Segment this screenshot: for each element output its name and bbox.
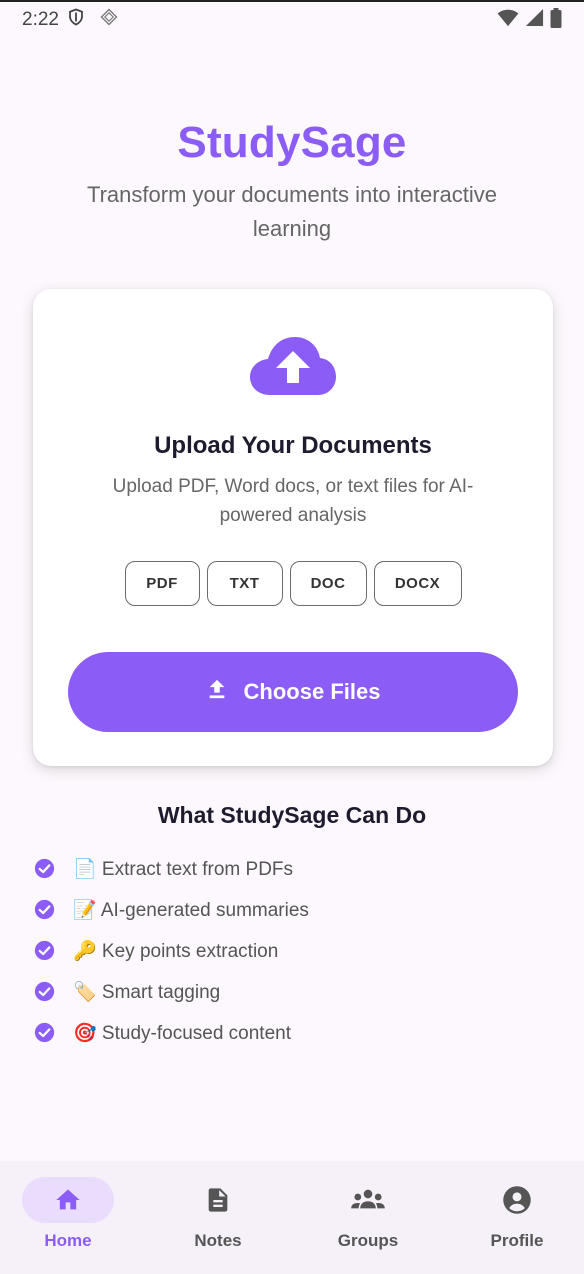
nav-label-groups: Groups xyxy=(337,1231,399,1250)
nav-pill-groups xyxy=(322,1177,414,1223)
groups-icon xyxy=(351,1189,385,1209)
wifi-icon xyxy=(497,9,519,32)
nav-pill-notes xyxy=(172,1177,264,1223)
feature-text: 📄 Extract text from PDFs xyxy=(73,858,294,880)
feature-item: 📝 AI-generated summaries xyxy=(34,889,554,930)
check-circle-icon xyxy=(34,899,55,920)
feature-text: 📝 AI-generated summaries xyxy=(73,899,309,921)
nav-item-profile[interactable]: Profile xyxy=(457,1177,577,1267)
feature-item: 📄 Extract text from PDFs xyxy=(34,848,554,889)
nav-item-home[interactable]: Home xyxy=(8,1177,128,1267)
nav-pill-home xyxy=(22,1177,114,1223)
cloud-upload-icon xyxy=(248,335,338,397)
check-circle-icon xyxy=(34,1022,55,1043)
nav-pill-profile xyxy=(471,1177,563,1223)
feature-item: 🔑 Key points extraction xyxy=(34,930,554,971)
file-type-chip-docx: DOCX xyxy=(373,561,462,606)
check-circle-icon xyxy=(34,940,55,961)
shield-icon xyxy=(67,8,85,32)
nav-label-notes: Notes xyxy=(194,1231,242,1250)
nav-item-notes[interactable]: Notes xyxy=(158,1177,278,1267)
choose-files-button[interactable]: Choose Files xyxy=(68,652,518,732)
status-time: 2:22 xyxy=(22,9,59,30)
file-type-chip-doc: DOC xyxy=(289,561,367,606)
account-icon xyxy=(503,1186,531,1214)
cast-icon xyxy=(99,7,119,33)
upload-icon xyxy=(206,678,228,706)
features-title: What StudySage Can Do xyxy=(157,802,427,828)
choose-files-label: Choose Files xyxy=(243,679,381,704)
nav-label-profile: Profile xyxy=(490,1231,544,1250)
file-type-chip-pdf: PDF xyxy=(124,561,200,606)
app-title: StudySage xyxy=(177,118,407,167)
nav-label-home: Home xyxy=(44,1231,92,1250)
app-subtitle: Transform your documents into interactiv… xyxy=(86,182,498,241)
upload-description: Upload PDF, Word docs, or text files for… xyxy=(112,476,474,526)
check-circle-icon xyxy=(34,858,55,879)
signal-icon xyxy=(525,8,544,32)
home-icon xyxy=(56,1189,80,1210)
feature-text: 🔑 Key points extraction xyxy=(73,940,279,962)
features-list: 📄 Extract text from PDFs 📝 AI-generated … xyxy=(34,848,554,1053)
status-bar: 2:22 xyxy=(0,2,584,38)
bottom-navigation: Home Notes Groups Profile xyxy=(0,1161,584,1274)
battery-icon xyxy=(550,7,562,33)
feature-item: 🏷️ Smart tagging xyxy=(34,971,554,1012)
nav-item-groups[interactable]: Groups xyxy=(308,1177,428,1267)
document-icon xyxy=(208,1188,228,1212)
upload-card: Upload Your Documents Upload PDF, Word d… xyxy=(33,289,553,766)
file-type-chips: PDF TXT DOC DOCX xyxy=(33,561,553,606)
feature-text: 🏷️ Smart tagging xyxy=(73,981,221,1003)
check-circle-icon xyxy=(34,981,55,1002)
upload-title: Upload Your Documents xyxy=(154,432,432,459)
file-type-chip-txt: TXT xyxy=(206,561,283,606)
feature-item: 🎯 Study-focused content xyxy=(34,1012,554,1053)
feature-text: 🎯 Study-focused content xyxy=(73,1022,291,1044)
